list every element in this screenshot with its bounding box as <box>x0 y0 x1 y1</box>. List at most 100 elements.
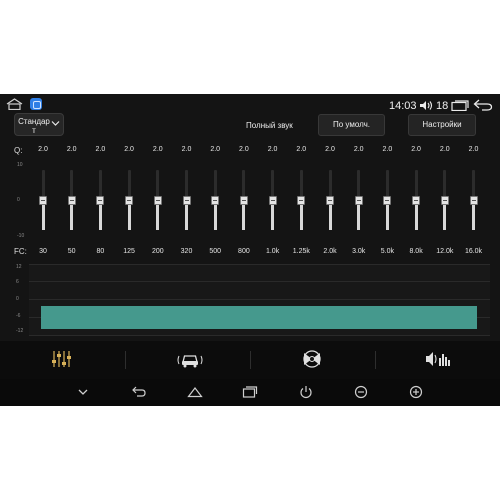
band-slider-knob[interactable] <box>211 195 220 205</box>
band-q-value[interactable]: 2.0 <box>58 146 86 153</box>
band-q-value[interactable]: 2.0 <box>173 146 201 153</box>
sound-mode-label: Полный звук <box>246 121 293 130</box>
eq-response-graph <box>29 264 490 336</box>
graph-scale-label: -6 <box>16 313 21 319</box>
band-slider-fill <box>443 200 447 230</box>
band-slider-knob[interactable] <box>182 195 191 205</box>
band-slider-knob[interactable] <box>383 195 392 205</box>
band-q-value[interactable]: 2.0 <box>345 146 373 153</box>
home-icon[interactable] <box>6 98 23 110</box>
audio-tabs <box>0 341 500 379</box>
band-slider-fill <box>98 200 102 230</box>
band-q-value[interactable]: 2.0 <box>86 146 114 153</box>
band-slider-knob[interactable] <box>469 195 478 205</box>
band-q-value[interactable]: 2.0 <box>144 146 172 153</box>
app-badge-icon[interactable] <box>30 98 42 110</box>
band-slider-knob[interactable] <box>326 195 334 205</box>
slider-scale-bottom: -10 <box>17 233 25 239</box>
volume-value: 18 <box>436 100 449 112</box>
band-frequency[interactable]: 1.0k <box>259 248 287 255</box>
band-frequency[interactable]: 800 <box>230 248 258 255</box>
band-frequency[interactable]: 5.0k <box>373 248 401 255</box>
band-slider-knob[interactable] <box>297 195 306 205</box>
home-icon[interactable] <box>187 385 203 399</box>
band-frequency[interactable]: 8.0k <box>402 248 430 255</box>
band-slider-knob[interactable] <box>239 195 248 205</box>
band-q-value[interactable]: 2.0 <box>287 146 315 153</box>
band-q-value[interactable]: 2.0 <box>201 146 229 153</box>
band-frequency[interactable]: 12.0k <box>431 248 459 255</box>
band-frequency[interactable]: 80 <box>86 248 114 255</box>
tab-sound-effects[interactable] <box>375 341 500 379</box>
band-slider-fill <box>242 200 246 230</box>
band-frequency[interactable]: 50 <box>58 248 86 255</box>
band-slider-knob[interactable] <box>354 195 363 205</box>
band-slider-knob[interactable] <box>96 195 105 205</box>
band-frequency[interactable]: 500 <box>201 248 229 255</box>
status-bar: 14:03 18 <box>0 94 500 112</box>
band-q-value[interactable]: 2.0 <box>402 146 430 153</box>
band-q-value[interactable]: 2.0 <box>431 146 459 153</box>
band-q-value[interactable]: 2.0 <box>29 146 57 153</box>
band-slider-knob[interactable] <box>440 195 449 205</box>
tab-equalizer[interactable] <box>0 341 125 379</box>
preset-dropdown[interactable]: Стандарт <box>14 113 64 136</box>
band-q-value[interactable]: 2.0 <box>259 146 287 153</box>
band-q-value[interactable]: 2.0 <box>316 146 344 153</box>
band-frequency[interactable]: 320 <box>173 248 201 255</box>
eq-curve-area <box>41 306 477 329</box>
band-slider-fill <box>70 200 74 230</box>
q-row-label: Q: <box>14 146 23 155</box>
band-slider-fill <box>472 200 475 230</box>
band-slider-knob[interactable] <box>412 195 421 205</box>
tab-balance[interactable] <box>250 341 375 379</box>
band-q-value[interactable]: 2.0 <box>460 146 488 153</box>
band-frequency[interactable]: 30 <box>29 248 57 255</box>
band-slider-fill <box>357 200 361 230</box>
band-frequency[interactable]: 3.0k <box>345 248 373 255</box>
band-slider-fill <box>414 200 418 230</box>
sound-effects-icon <box>426 352 450 366</box>
band-frequency[interactable]: 2.0k <box>316 248 344 255</box>
default-button[interactable]: По умолч. <box>318 114 385 136</box>
fc-row-label: FC: <box>14 247 27 256</box>
tab-car-sound[interactable] <box>125 341 250 379</box>
band-slider-knob[interactable] <box>268 195 277 205</box>
band-slider-fill <box>127 200 131 230</box>
band-slider-knob[interactable] <box>67 195 76 205</box>
graph-gridline <box>29 281 490 282</box>
power-icon[interactable] <box>298 385 314 399</box>
eq-screen: 14:03 18 Стандарт Полный звук По умолч. … <box>0 94 500 406</box>
back-icon[interactable] <box>473 99 493 111</box>
equalizer-icon <box>52 351 71 367</box>
chevron-down-icon[interactable] <box>75 385 91 399</box>
band-q-value[interactable]: 2.0 <box>115 146 143 153</box>
volume-icon[interactable] <box>419 100 433 111</box>
band-slider-fill <box>185 200 188 230</box>
chevron-down-icon <box>51 121 60 126</box>
band-q-value[interactable]: 2.0 <box>373 146 401 153</box>
band-slider-fill <box>41 200 45 230</box>
recent-windows-icon[interactable] <box>451 100 469 111</box>
car-sound-icon <box>177 355 203 368</box>
settings-button[interactable]: Настройки <box>408 114 476 136</box>
volume-up-icon[interactable] <box>408 385 424 399</box>
graph-gridline <box>29 335 490 336</box>
graph-gridline <box>29 264 490 265</box>
band-slider-fill <box>156 200 160 230</box>
slider-scale-top: 10 <box>17 162 23 168</box>
band-frequency[interactable]: 16.0k <box>460 248 488 255</box>
band-slider-fill <box>299 200 303 230</box>
band-slider-knob[interactable] <box>125 195 134 205</box>
band-q-value[interactable]: 2.0 <box>230 146 258 153</box>
volume-down-icon[interactable] <box>353 385 369 399</box>
band-frequency[interactable]: 200 <box>144 248 172 255</box>
band-slider-knob[interactable] <box>39 195 47 205</box>
band-frequency[interactable]: 1.25k <box>287 248 315 255</box>
graph-scale-label: 0 <box>16 296 19 302</box>
back-icon[interactable] <box>131 385 147 399</box>
band-frequency[interactable]: 125 <box>115 248 143 255</box>
recent-apps-icon[interactable] <box>242 385 258 399</box>
band-slider-fill <box>328 200 332 230</box>
band-slider-knob[interactable] <box>153 195 162 205</box>
